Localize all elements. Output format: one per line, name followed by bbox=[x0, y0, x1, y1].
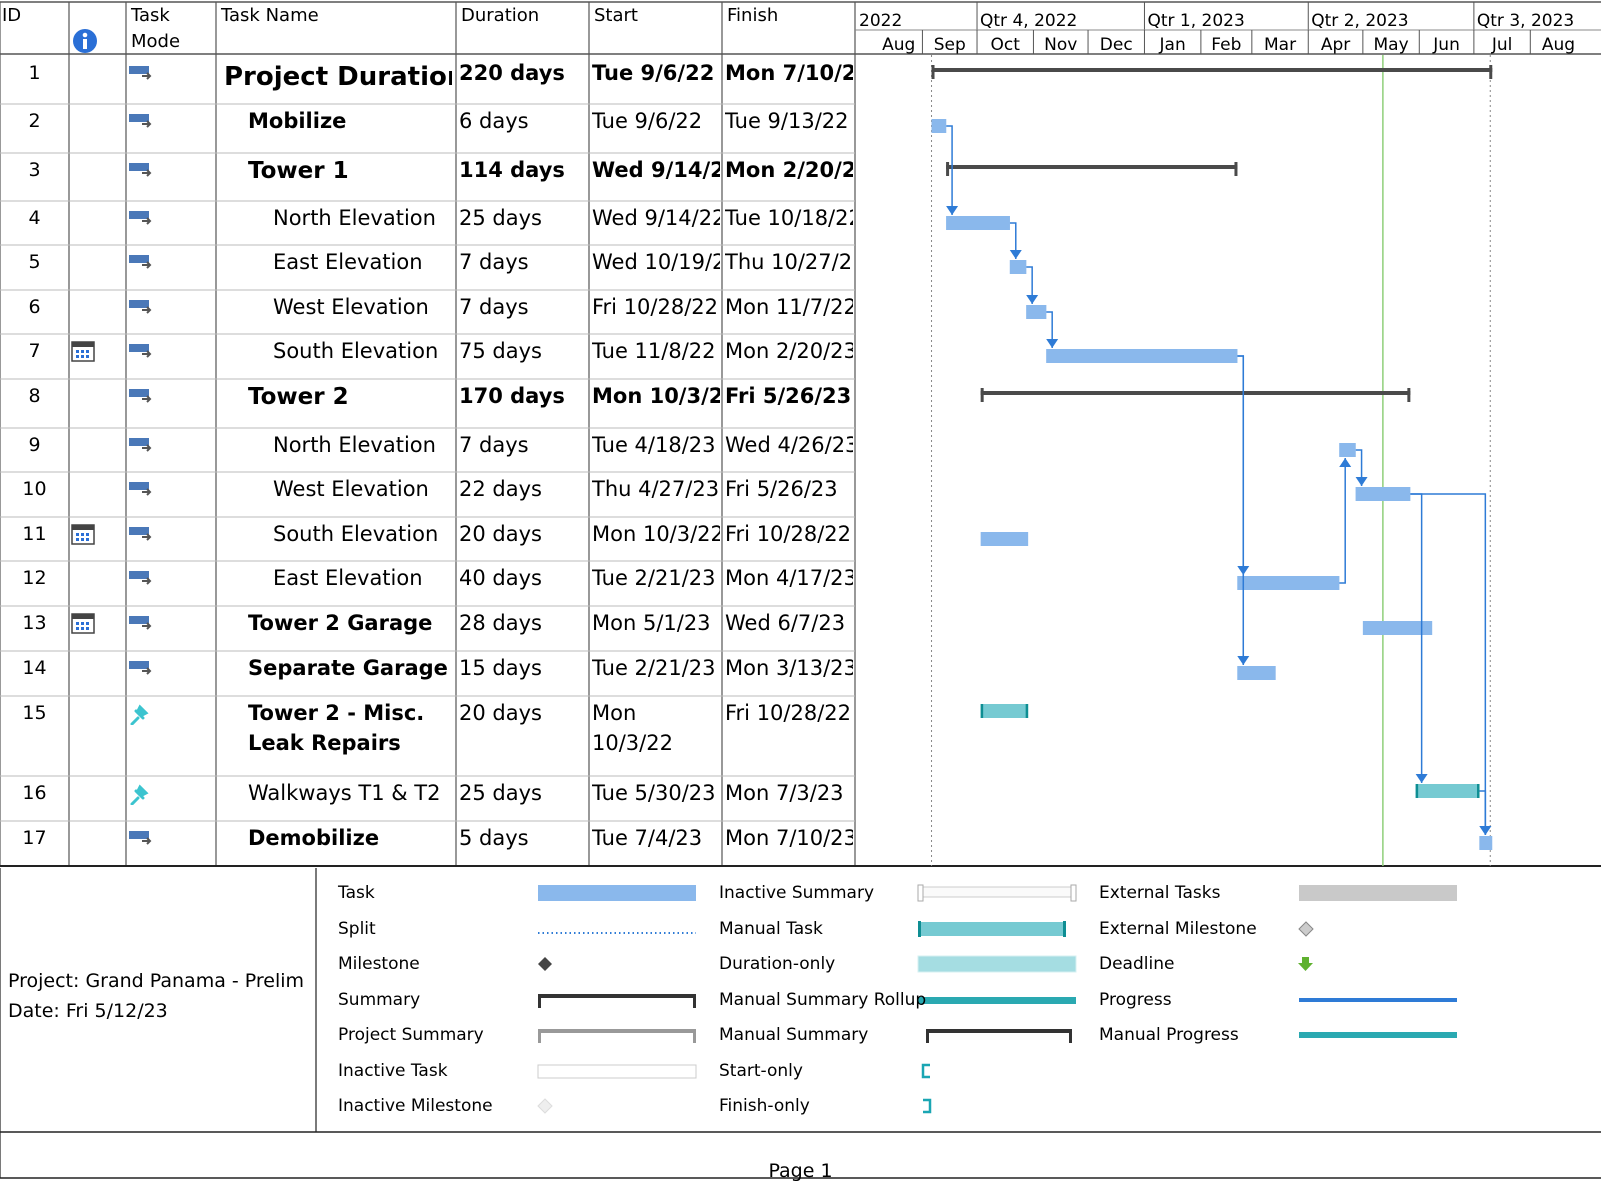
legend-symbols bbox=[537, 884, 1457, 1114]
summary-bar-3 bbox=[946, 165, 1238, 169]
gantt-printout: 2022 Qtr 4, 2022 Qtr 1, 2023 Qtr 2, 2023 Qtr… bbox=[0, 0, 1601, 1204]
manual-task-bar-start-cap bbox=[980, 704, 984, 718]
legend-symbol-inactive-summary-cap bbox=[917, 884, 924, 902]
summary-bar-8 bbox=[980, 391, 1411, 395]
dependency-link bbox=[1237, 355, 1245, 665]
legend-label: Deadline bbox=[1099, 954, 1175, 974]
legend-label: Summary bbox=[338, 990, 421, 1010]
dependency-arrowhead bbox=[1046, 339, 1059, 348]
summary-bar-start-cap bbox=[931, 65, 935, 79]
legend-symbol-deadline bbox=[1298, 957, 1313, 971]
legend-label: Progress bbox=[1099, 990, 1172, 1010]
task-bar-5 bbox=[1009, 260, 1027, 274]
legend-symbol-duration-only bbox=[917, 955, 1077, 973]
task-bar-12 bbox=[1237, 576, 1340, 590]
legend-label: Milestone bbox=[338, 954, 420, 974]
legend-label: Task bbox=[338, 883, 375, 903]
dependency-arrowhead bbox=[1355, 477, 1368, 486]
legend-symbol-inactive-task bbox=[537, 1064, 697, 1079]
legend-label: Manual Task bbox=[719, 919, 823, 939]
legend-symbol-milestone bbox=[538, 957, 552, 971]
legend-symbol-external-tasks bbox=[1299, 885, 1457, 901]
dependency-link bbox=[1237, 355, 1245, 575]
legend-label: Project Summary bbox=[338, 1025, 484, 1045]
date-label: Date: Fri 5/12/23 bbox=[8, 1000, 168, 1022]
legend-label: External Tasks bbox=[1099, 883, 1221, 903]
legend-label: Inactive Milestone bbox=[338, 1096, 493, 1116]
legend-symbol-task bbox=[538, 885, 696, 901]
dependency-arrowhead bbox=[1009, 250, 1022, 259]
dependency-arrowhead bbox=[946, 206, 959, 215]
legend-symbol-inactive-summary-cap bbox=[1070, 884, 1077, 902]
legend-label: External Milestone bbox=[1099, 919, 1257, 939]
dependency-arrowhead bbox=[1026, 295, 1039, 304]
summary-bar-end-cap bbox=[1489, 65, 1493, 79]
task-bar-4 bbox=[946, 216, 1010, 230]
legend-symbol-manual-progress bbox=[1299, 1032, 1457, 1038]
legend-label: Manual Summary bbox=[719, 1025, 869, 1045]
manual-task-bar-15 bbox=[980, 704, 1029, 718]
summary-bar-1 bbox=[931, 68, 1493, 72]
dependency-arrowhead bbox=[1339, 458, 1352, 467]
legend-label: Duration-only bbox=[719, 954, 836, 974]
legend-label: Start-only bbox=[719, 1061, 803, 1081]
page-number: Page 1 bbox=[768, 1160, 833, 1182]
task-bar-11 bbox=[980, 532, 1029, 546]
manual-task-bar-end-cap bbox=[1477, 784, 1480, 798]
project-label: Project: Grand Panama - Prelim bbox=[8, 970, 305, 992]
summary-bar-start-cap bbox=[980, 388, 984, 402]
legend-symbol-progress bbox=[1299, 998, 1457, 1002]
task-bar-14 bbox=[1237, 666, 1276, 680]
legend-symbol-inactive-milestone bbox=[537, 1098, 553, 1114]
legend-symbol-finish-only bbox=[923, 1098, 932, 1114]
legend-label: Manual Progress bbox=[1099, 1025, 1239, 1045]
legend-symbol-manual-summary-rollup bbox=[918, 997, 1076, 1004]
legend-symbol-manual-summary bbox=[926, 1029, 1072, 1043]
dependency-arrowhead bbox=[1479, 826, 1492, 835]
task-bar-10 bbox=[1355, 487, 1411, 501]
summary-bar-end-cap bbox=[1234, 162, 1238, 176]
legend-symbol-project-summary bbox=[538, 1029, 696, 1043]
legend-label: Inactive Task bbox=[338, 1061, 448, 1081]
dependency-arrowhead bbox=[1415, 774, 1428, 783]
legend-symbol-manual-task-cap bbox=[918, 921, 921, 937]
legend-symbol-inactive-summary bbox=[922, 886, 1072, 898]
manual-task-bar-16 bbox=[1415, 784, 1480, 798]
legend-symbol-manual-task-cap bbox=[1063, 921, 1066, 937]
manual-task-bar-start-cap bbox=[1415, 784, 1419, 798]
manual-task-bar-end-cap bbox=[1025, 704, 1029, 718]
legend-symbol-manual-task bbox=[918, 922, 1066, 936]
task-bar-17 bbox=[1479, 836, 1493, 850]
task-bar-9 bbox=[1339, 443, 1356, 457]
legend-label: Manual Summary Rollup bbox=[719, 990, 927, 1010]
task-bar-2 bbox=[931, 119, 947, 133]
gantt-chart bbox=[537, 55, 1493, 1114]
legend-label: Finish-only bbox=[719, 1096, 810, 1116]
task-bar-7 bbox=[1046, 349, 1238, 363]
legend-label: Inactive Summary bbox=[719, 883, 875, 903]
dependency-link bbox=[1339, 458, 1346, 584]
dependency-link bbox=[1410, 493, 1423, 783]
legend-label: Split bbox=[338, 919, 376, 939]
dependency-arrowhead bbox=[1237, 656, 1250, 665]
task-bar-6 bbox=[1026, 305, 1047, 319]
summary-bar-end-cap bbox=[1407, 388, 1411, 402]
summary-bar-start-cap bbox=[946, 162, 950, 176]
legend-symbol-start-only bbox=[921, 1063, 930, 1079]
legend-symbol-external-milestone bbox=[1298, 921, 1314, 937]
legend-symbol-summary bbox=[538, 994, 696, 1008]
